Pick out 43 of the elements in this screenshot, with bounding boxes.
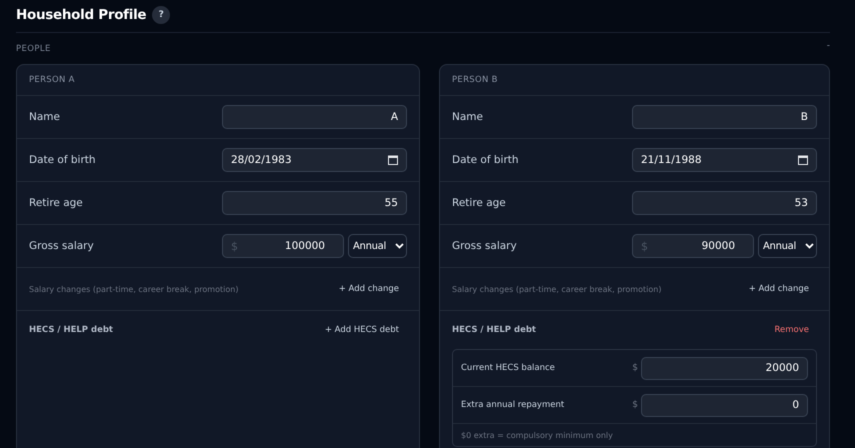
field-label: Gross salary — [29, 240, 94, 252]
field-label: Retire age — [29, 197, 83, 209]
page-title: Household Profile — [16, 7, 146, 23]
calendar-icon[interactable] — [798, 155, 808, 165]
amount-field[interactable]: 20000 — [641, 356, 808, 380]
date-field[interactable]: 28/02/1983 — [222, 148, 407, 172]
helper-text: $0 extra = compulsory minimum only — [461, 430, 613, 440]
section-heading: HECS / HELP debt — [452, 325, 536, 335]
field-label: Gross salary — [452, 240, 517, 252]
currency-symbol: $ — [632, 400, 638, 410]
period-dropdown[interactable]: Annual — [348, 234, 407, 258]
section-label: PEOPLE — [16, 44, 51, 54]
chevron-down-icon — [395, 243, 404, 249]
currency-symbol: $ — [632, 363, 638, 373]
helper-text: Salary changes (part-time, career break, promotion) — [452, 284, 662, 294]
field-label: Retire age — [452, 197, 506, 209]
salary-field[interactable]: $ 90000 — [632, 234, 754, 258]
field-label: Current HECS balance — [461, 363, 556, 373]
card-title: PERSON B — [452, 75, 498, 85]
age-field[interactable]: 53 — [632, 191, 817, 215]
age-field[interactable]: 55 — [222, 191, 407, 215]
salary-field[interactable]: $ 100000 — [222, 234, 344, 258]
date-field[interactable]: 21/11/1988 — [632, 148, 817, 172]
field-label: Date of birth — [452, 154, 519, 166]
remove-link[interactable]: Remove — [774, 325, 817, 335]
section-heading: HECS / HELP debt — [29, 325, 113, 335]
calendar-icon[interactable] — [388, 155, 398, 165]
field-label: Name — [29, 111, 60, 123]
add-change-link[interactable]: + Add change — [338, 284, 407, 294]
amount-field[interactable]: 0 — [641, 394, 808, 416]
period-dropdown[interactable]: Annual — [758, 234, 817, 258]
collapse-toggle[interactable]: - — [826, 40, 830, 56]
helper-text: Salary changes (part-time, career break, promotion) — [29, 284, 238, 294]
chevron-down-icon — [805, 243, 814, 249]
card-title: PERSON A — [29, 75, 75, 85]
name-field[interactable]: A — [222, 105, 407, 129]
add-change-link[interactable]: + Add change — [748, 284, 817, 294]
field-label: Date of birth — [29, 154, 96, 166]
add-hecs-link[interactable]: + Add HECS debt — [324, 325, 407, 335]
help-button[interactable]: ? — [152, 6, 170, 24]
name-field[interactable]: B — [632, 105, 817, 129]
field-label: Name — [452, 111, 483, 123]
field-label: Extra annual repayment — [461, 400, 566, 410]
